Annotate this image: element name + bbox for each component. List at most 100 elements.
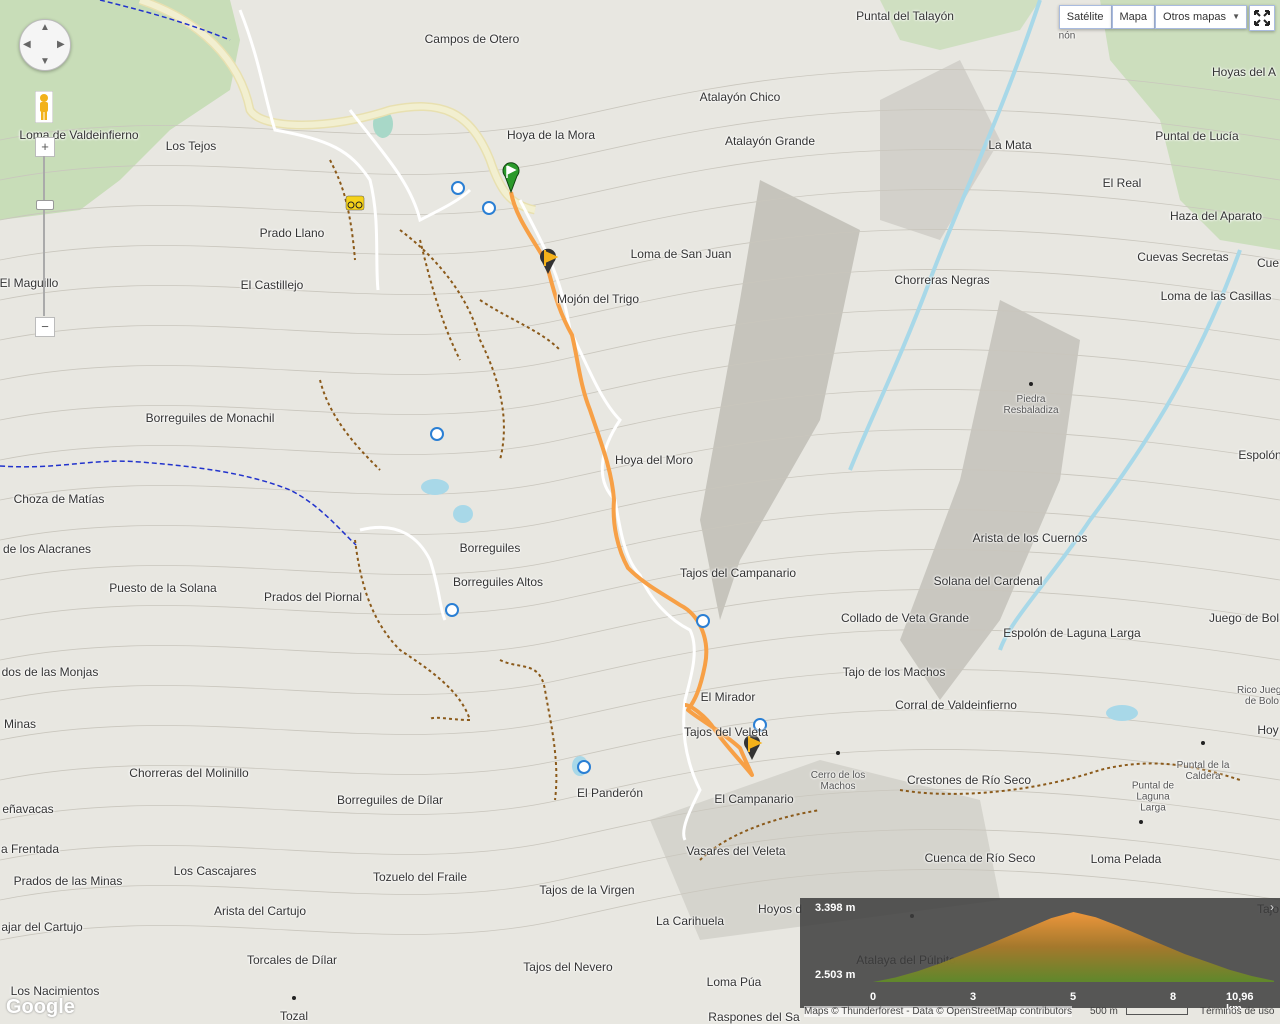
place-label: Tozal xyxy=(279,1009,309,1023)
place-label: Borreguiles xyxy=(459,541,521,555)
place-label: Juego de Bol xyxy=(1208,611,1280,625)
zoom-slider-handle[interactable] xyxy=(36,200,54,210)
place-label: Atalayón Grande xyxy=(724,134,816,148)
place-label: Loma de las Casillas xyxy=(1160,289,1272,303)
place-label: El Campanario xyxy=(714,792,794,806)
pegman-icon[interactable] xyxy=(35,91,53,123)
place-label: Vasares del Veleta xyxy=(686,844,786,858)
place-label: Loma de San Juan xyxy=(630,247,732,261)
elevation-area xyxy=(873,912,1274,982)
place-label: Tajos del Campanario xyxy=(679,566,797,580)
place-label: El Real xyxy=(1102,176,1142,190)
zoom-out-button[interactable]: − xyxy=(35,317,55,337)
place-label: Mojón del Trigo xyxy=(556,292,640,306)
place-label: Los Tejos xyxy=(165,139,217,153)
place-label: Torcales de Dílar xyxy=(246,953,338,967)
map-attribution: Maps © Thunderforest - Data © OpenStreet… xyxy=(804,1006,1073,1017)
place-label: Cue xyxy=(1256,256,1280,270)
google-logo: Google xyxy=(6,996,75,1018)
pan-control[interactable]: ▲ ▼ ◀ ▶ xyxy=(19,19,71,71)
place-label: Hoyas del A xyxy=(1211,65,1277,79)
bike-icon xyxy=(345,195,365,211)
place-label: Hoya del Moro xyxy=(614,453,694,467)
pan-down-icon[interactable]: ▼ xyxy=(40,56,50,67)
place-label: Borreguiles de Dílar xyxy=(336,793,444,807)
place-label: eñavacas xyxy=(2,802,54,816)
zoom-in-button[interactable]: + xyxy=(35,137,55,157)
place-label: a Frentada xyxy=(0,842,60,856)
place-label: Arista del Cartujo xyxy=(213,904,307,918)
place-label: Prados del Piornal xyxy=(263,590,363,604)
lake xyxy=(453,505,473,523)
place-label-small: Puntal de la Caldera xyxy=(1176,760,1230,782)
terms-link[interactable]: Términos de uso xyxy=(1200,1006,1274,1017)
map-type-control: Satélite Mapa Otros mapas ▼ xyxy=(1058,5,1247,29)
place-label: Prado Llano xyxy=(259,226,325,240)
place-label: Choza de Matías xyxy=(13,492,105,506)
place-label: Los Cascajares xyxy=(173,864,257,878)
fullscreen-button[interactable] xyxy=(1249,5,1275,31)
place-label: El Maguillo xyxy=(0,276,59,290)
pan-up-icon[interactable]: ▲ xyxy=(40,22,50,33)
place-label: Espolón de Laguna Larga xyxy=(1003,626,1141,640)
place-label: Hoya de la Mora xyxy=(506,128,596,142)
place-label: Puesto de la Solana xyxy=(109,581,217,595)
place-label: Puntal del Talayón xyxy=(856,9,954,23)
map-type-other-label: Otros mapas xyxy=(1163,11,1226,23)
elevation-max: 3.398 m xyxy=(815,902,856,914)
chevron-down-icon: ▼ xyxy=(1232,12,1240,21)
place-label: Campos de Otero xyxy=(424,32,520,46)
place-label: Espolón xyxy=(1238,448,1280,462)
place-label: La Mata xyxy=(988,138,1032,152)
place-label: Tajos del Nevero xyxy=(523,960,613,974)
elevation-min: 2.503 m xyxy=(815,969,856,981)
place-label: Collado de Veta Grande xyxy=(840,611,970,625)
place-label-small: Puntal de Laguna Larga xyxy=(1131,780,1175,814)
elevation-profile-panel: 3.398 m 2.503 m 0 3 5 8 10,96 km › xyxy=(800,898,1280,1015)
place-label: Puntal de Lucía xyxy=(1155,129,1239,143)
place-label-small: Cerro de los Machos xyxy=(810,770,866,792)
elevation-tick: 0 xyxy=(869,991,877,1003)
lake xyxy=(1106,705,1138,721)
place-label: Minas xyxy=(3,717,37,731)
place-label: Prados de las Minas xyxy=(13,874,123,888)
place-label: de los Alacranes xyxy=(2,542,92,556)
place-label: ajar del Cartujo xyxy=(1,920,83,934)
place-label: Arista de los Cuernos xyxy=(972,531,1088,545)
place-label: Corral de Valdeinfierno xyxy=(895,698,1017,712)
place-label: La Carihuela xyxy=(655,914,725,928)
place-label: Hoyos d xyxy=(757,902,803,916)
map-type-satellite[interactable]: Satélite xyxy=(1058,5,1112,29)
elevation-tick: 3 xyxy=(969,991,977,1003)
place-label: El Castillejo xyxy=(240,278,304,292)
place-label: El Mirador xyxy=(700,690,756,704)
place-label: Tajos de la Virgen xyxy=(539,883,635,897)
place-label: Loma Pelada xyxy=(1090,852,1162,866)
pan-left-icon[interactable]: ◀ xyxy=(23,39,31,50)
place-label-small: Rico Juego de Bolo xyxy=(1236,685,1280,707)
map-type-other-dropdown[interactable]: Otros mapas ▼ xyxy=(1155,5,1247,29)
place-label: Borreguiles de Monachil xyxy=(145,411,275,425)
place-label: Atalayón Chico xyxy=(699,90,781,104)
scale-label: 500 m xyxy=(1090,1006,1118,1017)
zoom-slider-track[interactable] xyxy=(43,156,45,316)
place-label: Loma Púa xyxy=(706,975,762,989)
place-label: El Panderón xyxy=(576,786,644,800)
scale-bar xyxy=(1126,1008,1188,1015)
place-label-small: nón xyxy=(1058,30,1076,42)
map-type-map[interactable]: Mapa xyxy=(1111,5,1156,29)
fullscreen-icon xyxy=(1254,10,1270,26)
place-label: Solana del Cardenal xyxy=(933,574,1043,588)
place-label: Chorreras del Molinillo xyxy=(129,766,249,780)
pan-right-icon[interactable]: ▶ xyxy=(57,39,65,50)
place-label: Tajos del Veleta xyxy=(683,725,769,739)
place-label: Raspones del Sa xyxy=(708,1010,800,1024)
place-label: Crestones de Río Seco xyxy=(906,773,1032,787)
place-label-small: Piedra Resbaladiza xyxy=(1003,394,1059,416)
place-label: Borreguiles Altos xyxy=(452,575,544,589)
place-label: Chorreras Negras xyxy=(894,273,990,287)
elevation-tick: 8 xyxy=(1169,991,1177,1003)
place-label: Cuevas Secretas xyxy=(1137,250,1229,264)
chevron-right-icon[interactable]: › xyxy=(1270,900,1274,914)
place-label: Tajo de los Machos xyxy=(842,665,946,679)
